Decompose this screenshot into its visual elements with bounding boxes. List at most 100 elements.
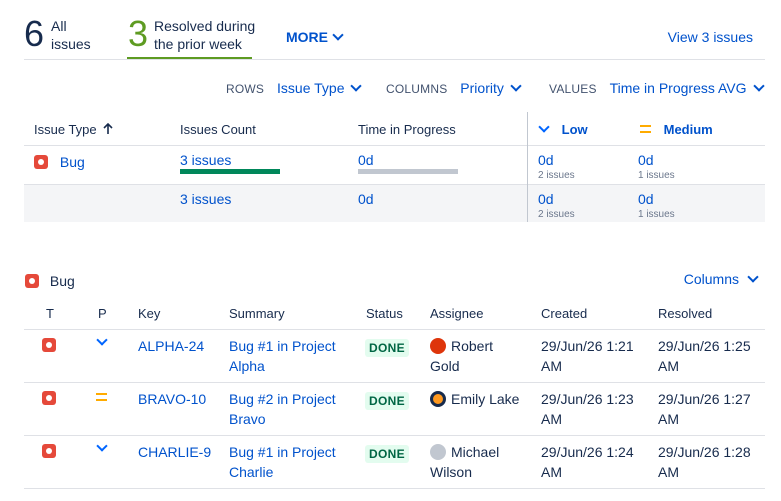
assignee-line1: Michael bbox=[451, 444, 500, 460]
created-line1: 29/Jun/26 1:24 bbox=[541, 444, 634, 460]
header-issue-type[interactable]: Issue Type bbox=[34, 122, 113, 137]
resolved-line2: AM bbox=[658, 464, 679, 480]
rows-value: Issue Type bbox=[277, 80, 345, 96]
col-header-status[interactable]: Status bbox=[366, 306, 403, 321]
bug-icon bbox=[34, 155, 48, 169]
assignee: Robert Gold bbox=[430, 336, 493, 376]
assignee: Emily Lake bbox=[430, 389, 519, 409]
bug-low-value[interactable]: 0d bbox=[538, 152, 554, 168]
priority-medium-icon bbox=[640, 125, 651, 133]
header-time-in-progress[interactable]: Time in Progress bbox=[358, 122, 456, 137]
columns-value: Priority bbox=[460, 80, 504, 96]
avatar bbox=[430, 338, 446, 354]
status-badge: DONE bbox=[365, 392, 409, 410]
chevron-down-icon bbox=[332, 29, 344, 41]
col-header-created[interactable]: Created bbox=[541, 306, 587, 321]
created-line2: AM bbox=[541, 358, 562, 374]
avatar bbox=[430, 391, 446, 407]
col-header-priority[interactable]: P bbox=[98, 306, 107, 321]
bug-issues-count[interactable]: 3 issues bbox=[180, 152, 231, 168]
issue-summary-link[interactable]: Bug #1 in Project Charlie bbox=[229, 442, 336, 482]
created-date: 29/Jun/26 1:24 AM bbox=[541, 442, 634, 482]
created-date: 29/Jun/26 1:21 AM bbox=[541, 336, 634, 376]
bug-icon bbox=[42, 391, 56, 405]
resolved-count[interactable]: 3 bbox=[128, 16, 148, 52]
table-row: ALPHA-24 Bug #1 in Project Alpha DONE Ro… bbox=[24, 330, 765, 382]
total-issues-count[interactable]: 3 issues bbox=[180, 191, 231, 207]
status-badge: DONE bbox=[365, 445, 409, 463]
bug-type-link[interactable]: Bug bbox=[60, 154, 85, 170]
bug-low-sub: 2 issues bbox=[538, 170, 575, 181]
created-line1: 29/Jun/26 1:23 bbox=[541, 391, 634, 407]
pivot-header-divider bbox=[24, 145, 765, 146]
view-issues-link[interactable]: View 3 issues bbox=[668, 29, 753, 45]
resolved-line1: 29/Jun/26 1:25 bbox=[658, 338, 751, 354]
resolved-date: 29/Jun/26 1:25 AM bbox=[658, 336, 751, 376]
all-issues-label[interactable]: All issues bbox=[51, 17, 91, 53]
chevron-down-icon bbox=[747, 271, 759, 283]
assignee-line1: Robert bbox=[451, 338, 494, 354]
col-header-key[interactable]: Key bbox=[138, 306, 160, 321]
detail-title: Bug bbox=[25, 273, 75, 289]
status-badge: DONE bbox=[365, 339, 409, 357]
bug-time-in-progress[interactable]: 0d bbox=[358, 152, 374, 168]
created-line2: AM bbox=[541, 411, 562, 427]
created-line2: AM bbox=[541, 464, 562, 480]
col-header-type[interactable]: T bbox=[46, 306, 54, 321]
assignee-line1: Emily Lake bbox=[451, 391, 520, 407]
issue-summary-link[interactable]: Bug #1 in Project Alpha bbox=[229, 336, 336, 376]
created-date: 29/Jun/26 1:23 AM bbox=[541, 389, 634, 429]
columns-control[interactable]: COLUMNS Priority bbox=[386, 80, 522, 96]
values-label: VALUES bbox=[549, 82, 597, 96]
header-priority-low[interactable]: Low bbox=[538, 121, 588, 137]
header-issues-count[interactable]: Issues Count bbox=[180, 122, 256, 137]
resolved-date: 29/Jun/26 1:27 AM bbox=[658, 389, 751, 429]
total-medium-value[interactable]: 0d bbox=[638, 191, 654, 207]
row-divider bbox=[24, 488, 765, 489]
resolved-label[interactable]: Resolved during the prior week bbox=[154, 17, 255, 53]
total-low-sub: 2 issues bbox=[538, 209, 575, 220]
resolved-date: 29/Jun/26 1:28 AM bbox=[658, 442, 751, 482]
rows-control[interactable]: ROWS Issue Type bbox=[226, 80, 363, 96]
all-issues-label-line2: issues bbox=[51, 36, 91, 52]
summary-line1: Bug #1 in Project bbox=[229, 338, 336, 354]
priority-low-icon bbox=[538, 121, 550, 133]
priority-low-icon bbox=[96, 334, 108, 346]
issue-key-link[interactable]: ALPHA-24 bbox=[138, 336, 204, 356]
more-button[interactable]: MORE bbox=[286, 29, 344, 45]
resolved-label-line2: the prior week bbox=[154, 36, 242, 52]
rows-label: ROWS bbox=[226, 82, 265, 96]
columns-label: COLUMNS bbox=[386, 82, 448, 96]
resolved-line1: 29/Jun/26 1:28 bbox=[658, 444, 751, 460]
arrow-up-icon bbox=[103, 122, 113, 134]
resolved-line2: AM bbox=[658, 358, 679, 374]
total-low-value[interactable]: 0d bbox=[538, 191, 554, 207]
values-control[interactable]: VALUES Time in Progress AVG bbox=[549, 80, 765, 96]
issue-summary-link[interactable]: Bug #2 in Project Bravo bbox=[229, 389, 336, 429]
total-time-in-progress[interactable]: 0d bbox=[358, 191, 374, 207]
chevron-down-icon bbox=[752, 80, 765, 92]
header-priority-medium[interactable]: Medium bbox=[640, 122, 713, 137]
chevron-down-icon bbox=[350, 80, 363, 92]
detail-title-label: Bug bbox=[49, 273, 75, 289]
col-header-resolved[interactable]: Resolved bbox=[658, 306, 712, 321]
pivot-row-bug[interactable]: Bug bbox=[34, 154, 85, 170]
col-header-assignee[interactable]: Assignee bbox=[430, 306, 483, 321]
table-row: CHARLIE-9 Bug #1 in Project Charlie DONE… bbox=[24, 436, 765, 488]
priority-low-icon bbox=[96, 440, 108, 452]
created-line1: 29/Jun/26 1:21 bbox=[541, 338, 634, 354]
all-issues-count[interactable]: 6 bbox=[24, 16, 44, 52]
resolved-line1: 29/Jun/26 1:27 bbox=[658, 391, 751, 407]
assignee-line2: Wilson bbox=[430, 464, 473, 480]
col-header-summary[interactable]: Summary bbox=[229, 306, 285, 321]
time-in-progress-bar bbox=[358, 169, 458, 174]
summary-line2: Bravo bbox=[229, 411, 266, 427]
avatar bbox=[430, 444, 446, 460]
bug-medium-value[interactable]: 0d bbox=[638, 152, 654, 168]
columns-button[interactable]: Columns bbox=[683, 271, 759, 287]
more-button-label: MORE bbox=[286, 29, 328, 45]
bug-icon bbox=[25, 274, 39, 288]
columns-button-label: Columns bbox=[683, 271, 739, 287]
issue-key-link[interactable]: CHARLIE-9 bbox=[138, 442, 211, 462]
issue-key-link[interactable]: BRAVO-10 bbox=[138, 389, 206, 409]
